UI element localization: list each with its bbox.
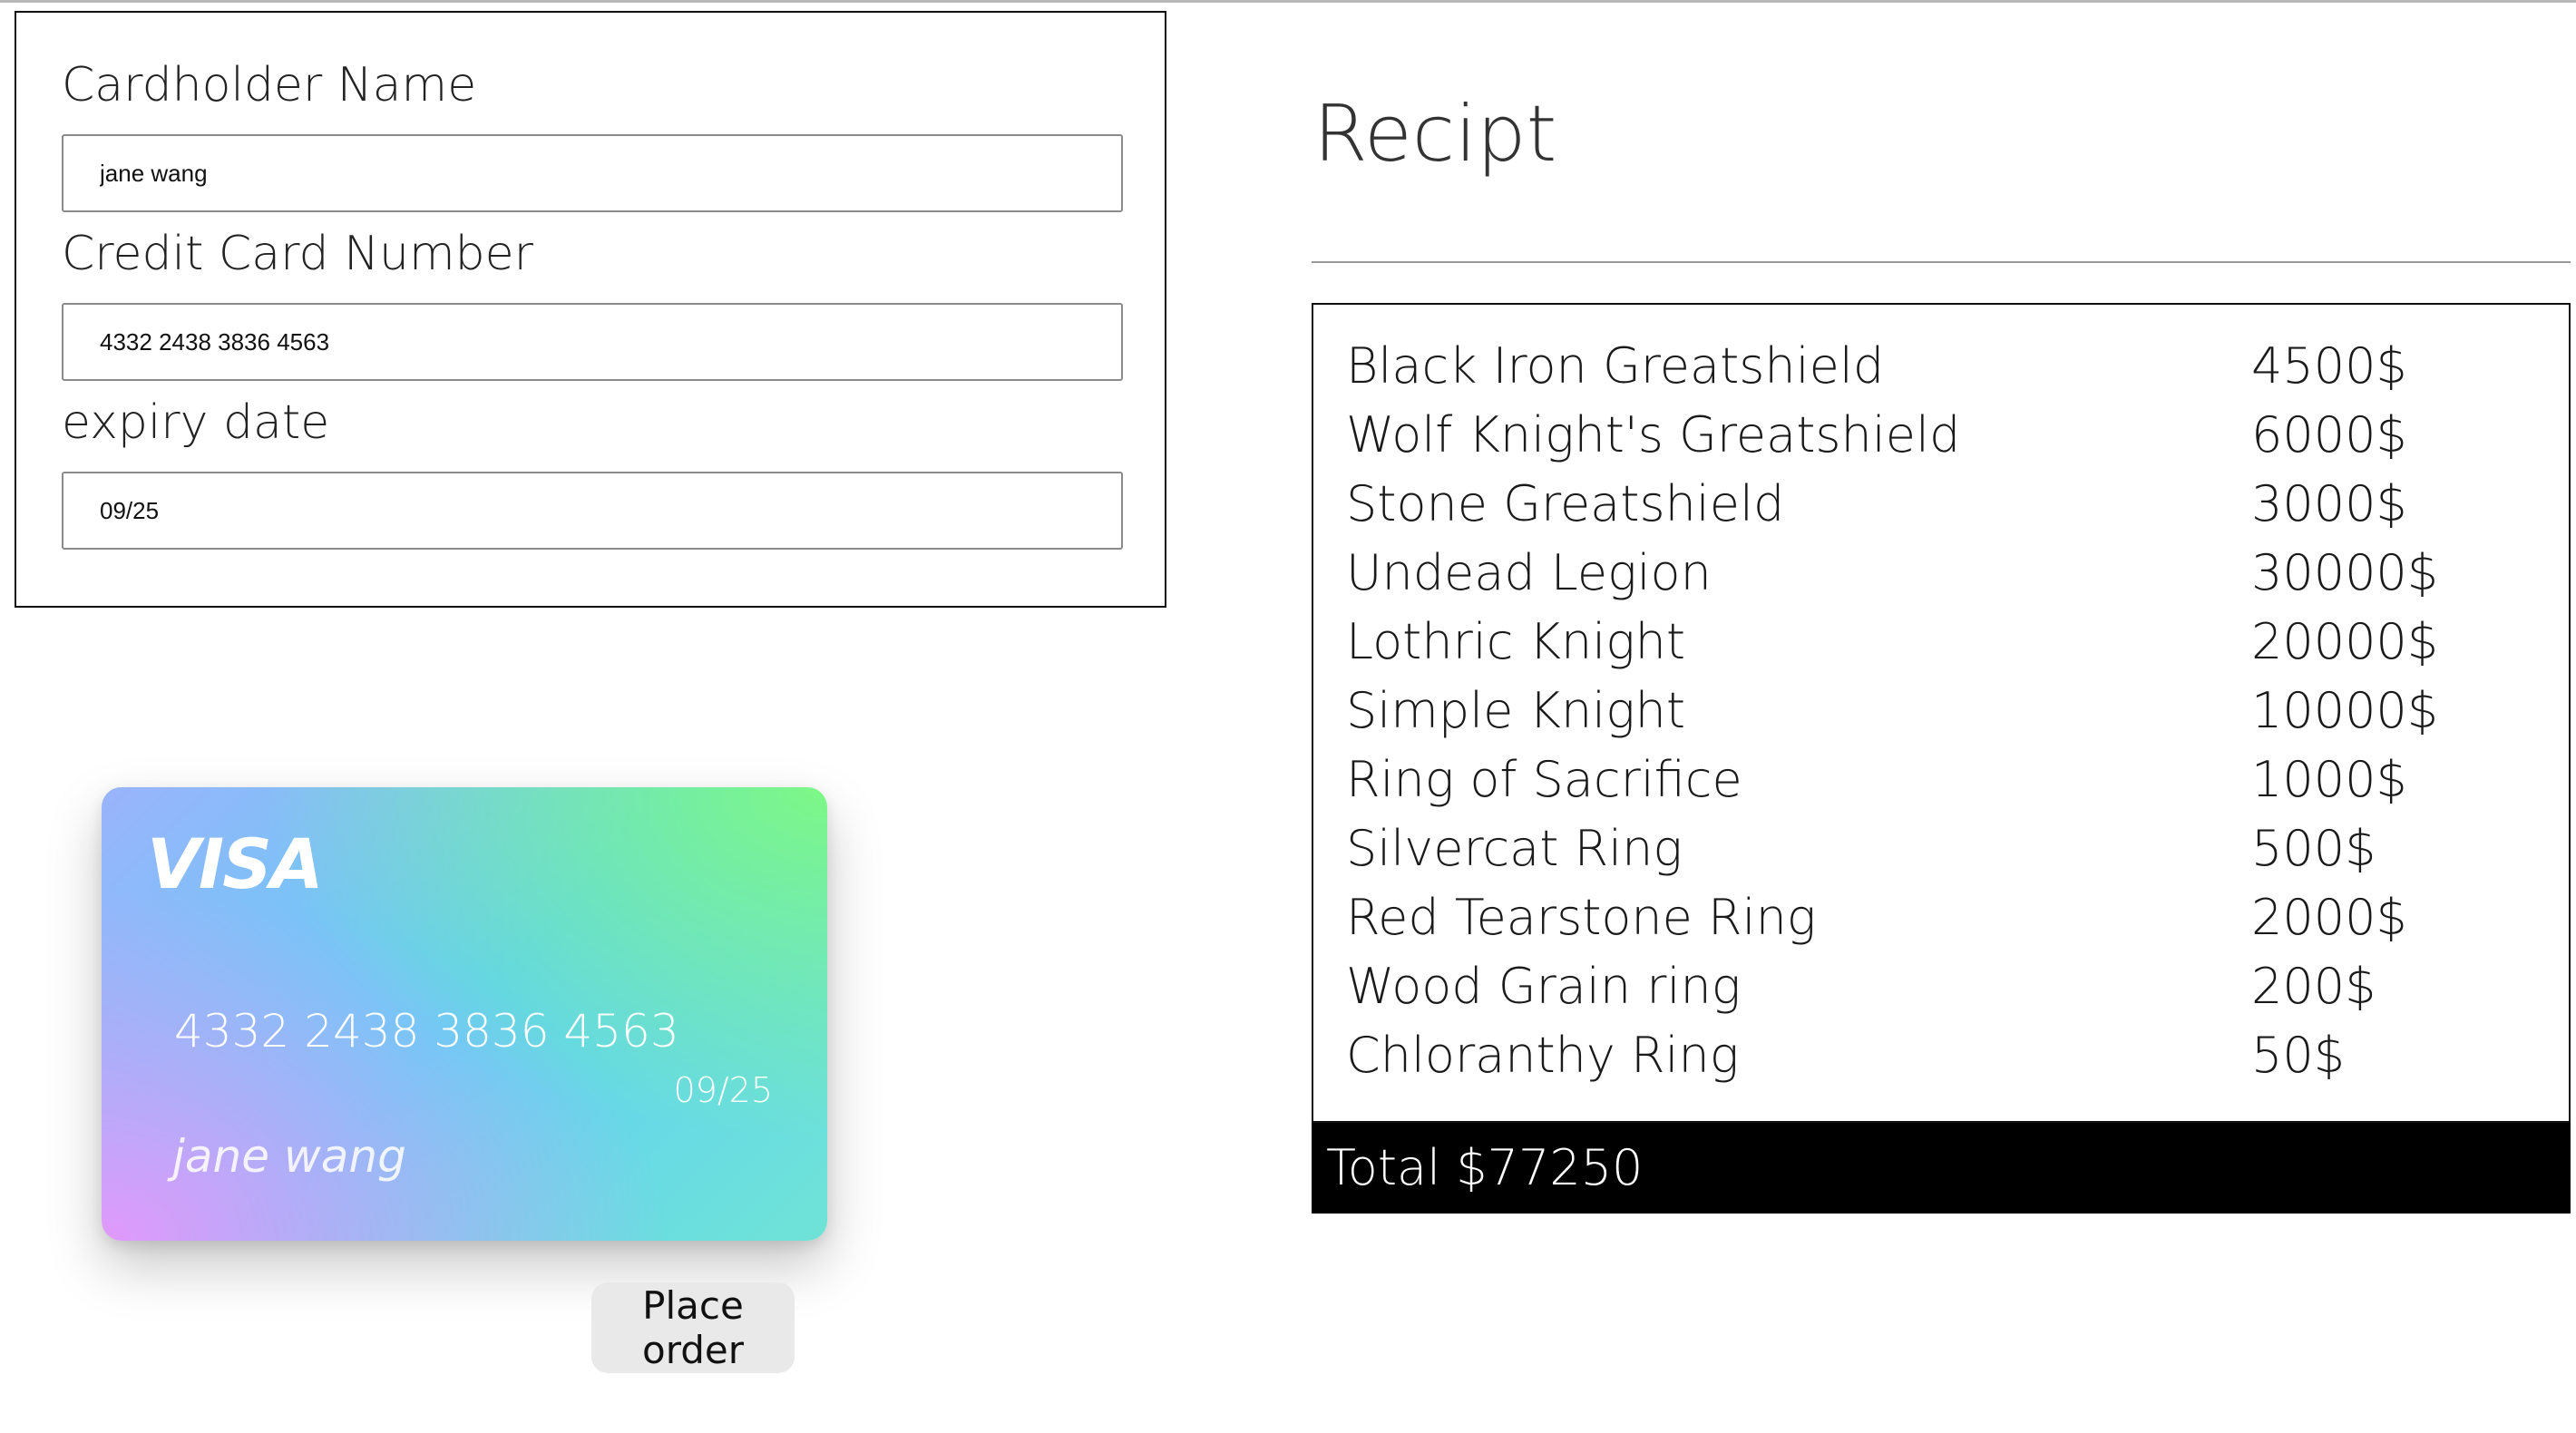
card-expiry-display: 09/25 xyxy=(673,1070,773,1110)
payment-form: Cardholder Name Credit Card Number expir… xyxy=(15,11,1166,608)
item-price: 4500$ xyxy=(2251,337,2407,395)
item-name: Stone Greatshield xyxy=(1346,475,1785,532)
item-price: 2000$ xyxy=(2251,889,2407,946)
item-name: Wood Grain ring xyxy=(1346,958,1742,1015)
item-name: Lothric Knight xyxy=(1346,613,1686,670)
credit-card-preview: VISA 4332 2438 3836 4563 09/25 jane wang xyxy=(102,787,827,1241)
item-name: Silvercat Ring xyxy=(1346,820,1683,877)
receipt-item-list: Black Iron Greatshield 4500$ Wolf Knight… xyxy=(1346,332,2543,1090)
list-item: Stone Greatshield 3000$ xyxy=(1346,470,2543,539)
item-name: Undead Legion xyxy=(1346,544,1712,601)
receipt-divider xyxy=(1312,261,2571,263)
list-item: Wolf Knight's Greatshield 6000$ xyxy=(1346,401,2543,470)
receipt-title: Recipt xyxy=(1313,89,1557,180)
item-name: Simple Knight xyxy=(1346,682,1685,739)
list-item: Lothric Knight 20000$ xyxy=(1346,608,2543,677)
item-name: Ring of Sacrifice xyxy=(1346,751,1742,808)
item-name: Chloranthy Ring xyxy=(1346,1027,1740,1084)
item-price: 1000$ xyxy=(2251,751,2407,808)
cardholder-name-label: Cardholder Name xyxy=(62,58,477,112)
item-name: Wolf Knight's Greatshield xyxy=(1346,406,1961,463)
expiry-date-input[interactable] xyxy=(62,472,1123,550)
expiry-date-label: expiry date xyxy=(62,395,330,450)
cardholder-name-input[interactable] xyxy=(62,134,1123,212)
list-item: Red Tearstone Ring 2000$ xyxy=(1346,883,2543,952)
list-item: Simple Knight 10000$ xyxy=(1346,677,2543,746)
list-item: Black Iron Greatshield 4500$ xyxy=(1346,332,2543,401)
visa-logo: VISA xyxy=(147,824,324,904)
top-divider xyxy=(0,0,2576,3)
card-holder-display: jane wang xyxy=(172,1130,406,1183)
list-item: Undead Legion 30000$ xyxy=(1346,539,2543,608)
card-number-input[interactable] xyxy=(62,303,1123,381)
list-item: Ring of Sacrifice 1000$ xyxy=(1346,746,2543,814)
item-name: Red Tearstone Ring xyxy=(1346,889,1817,946)
item-price: 50$ xyxy=(2251,1027,2346,1084)
place-order-button[interactable]: Place order xyxy=(591,1282,795,1373)
list-item: Chloranthy Ring 50$ xyxy=(1346,1021,2543,1090)
item-price: 20000$ xyxy=(2251,613,2439,670)
receipt-total-bar: Total $77250 xyxy=(1312,1123,2571,1214)
item-price: 3000$ xyxy=(2251,475,2407,532)
item-price: 6000$ xyxy=(2251,406,2407,463)
receipt-total: Total $77250 xyxy=(1326,1139,1644,1196)
list-item: Wood Grain ring 200$ xyxy=(1346,952,2543,1021)
item-price: 200$ xyxy=(2251,958,2376,1015)
item-name: Black Iron Greatshield xyxy=(1346,337,1885,395)
receipt-items-box: Black Iron Greatshield 4500$ Wolf Knight… xyxy=(1312,303,2571,1123)
item-price: 10000$ xyxy=(2251,682,2439,739)
list-item: Silvercat Ring 500$ xyxy=(1346,814,2543,883)
item-price: 30000$ xyxy=(2251,544,2439,601)
card-number-display: 4332 2438 3836 4563 xyxy=(174,1005,679,1058)
card-number-label: Credit Card Number xyxy=(62,227,533,281)
item-price: 500$ xyxy=(2251,820,2376,877)
